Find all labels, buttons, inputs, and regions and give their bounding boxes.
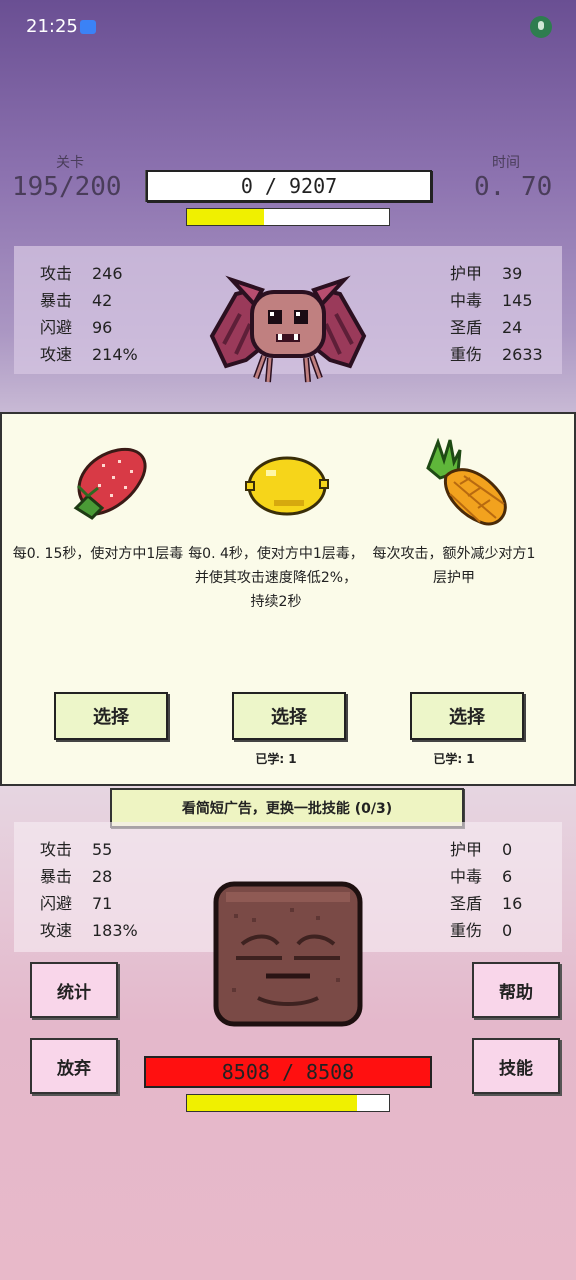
player-stat-dodge: 闪避 71 xyxy=(40,894,113,913)
lemon-icon xyxy=(244,450,330,520)
level-label: 关卡 xyxy=(56,155,84,171)
enemy-stat-shield: 圣盾 24 xyxy=(450,318,523,337)
enemy-stat-attack: 攻击 246 xyxy=(40,264,123,283)
time-label: 时间 xyxy=(492,155,520,171)
select-skill-1-button[interactable]: 选择 xyxy=(54,692,168,740)
player-stat-attack-speed: 攻速 183% xyxy=(40,921,138,940)
enemy-attack-timer-fill xyxy=(187,209,264,225)
skill-option-2: 每0. 4秒，使对方中1层毒，并使其攻击速度降低2%，持续2秒 选择 已学: 1 xyxy=(180,414,372,784)
player-stat-poison: 中毒 6 xyxy=(450,867,513,886)
strawberry-icon xyxy=(68,442,152,526)
player-stat-attack: 攻击 55 xyxy=(40,840,113,859)
stats-button[interactable]: 统计 xyxy=(30,962,118,1018)
skill-learned-count: 已学: 1 xyxy=(255,752,297,766)
notification-app-icon xyxy=(80,20,96,34)
player-attack-timer-fill xyxy=(187,1095,357,1111)
microphone-icon xyxy=(530,16,552,38)
player-stat-shield: 圣盾 16 xyxy=(450,894,523,913)
pineapple-icon xyxy=(420,438,512,530)
skill-description: 每0. 15秒，使对方中1层毒 xyxy=(12,546,184,562)
player-attack-timer-bar xyxy=(186,1094,390,1112)
enemy-stat-attack-speed: 攻速 214% xyxy=(40,345,138,364)
player-stat-armor: 护甲 0 xyxy=(450,840,513,859)
enemy-stat-poison: 中毒 145 xyxy=(450,291,533,310)
skills-button[interactable]: 技能 xyxy=(472,1038,560,1094)
skill-selection-card: 每0. 15秒，使对方中1层毒 选择 每0. 4秒，使对方中1层毒，并使其攻击速… xyxy=(0,412,576,786)
enemy-stat-armor: 护甲 39 xyxy=(450,264,523,283)
enemy-stat-dodge: 闪避 96 xyxy=(40,318,113,337)
enemy-bat-sprite xyxy=(206,274,370,394)
player-stat-grievous: 重伤 0 xyxy=(450,921,513,940)
enemy-hp-text: 0 / 9207 xyxy=(240,174,338,198)
player-hp-text: 8508 / 8508 xyxy=(221,1060,355,1084)
select-skill-2-button[interactable]: 选择 xyxy=(232,692,346,740)
select-skill-3-button[interactable]: 选择 xyxy=(410,692,524,740)
enemy-stat-grievous: 重伤 2633 xyxy=(450,345,543,364)
give-up-button[interactable]: 放弃 xyxy=(30,1038,118,1094)
player-stat-crit: 暴击 28 xyxy=(40,867,113,886)
skill-option-1: 每0. 15秒，使对方中1层毒 选择 xyxy=(2,414,194,784)
skill-description: 每0. 4秒，使对方中1层毒，并使其攻击速度降低2%，持续2秒 xyxy=(188,546,364,610)
status-time: 21:25 xyxy=(26,16,78,37)
enemy-attack-timer-bar xyxy=(186,208,390,226)
help-button[interactable]: 帮助 xyxy=(472,962,560,1018)
level-value: 195/200 xyxy=(12,172,122,202)
skill-learned-count: 已学: 1 xyxy=(433,752,475,766)
enemy-stat-crit: 暴击 42 xyxy=(40,291,113,310)
player-hp-bar: 8508 / 8508 xyxy=(144,1056,432,1088)
time-value: 0. 70 xyxy=(474,172,553,202)
skill-description: 每次攻击，额外减少对方1层护甲 xyxy=(372,546,536,586)
enemy-hp-bar: 0 / 9207 xyxy=(146,170,432,202)
skill-option-3: 每次攻击，额外减少对方1层护甲 选择 已学: 1 xyxy=(358,414,550,784)
player-stone-sprite xyxy=(212,878,364,1028)
